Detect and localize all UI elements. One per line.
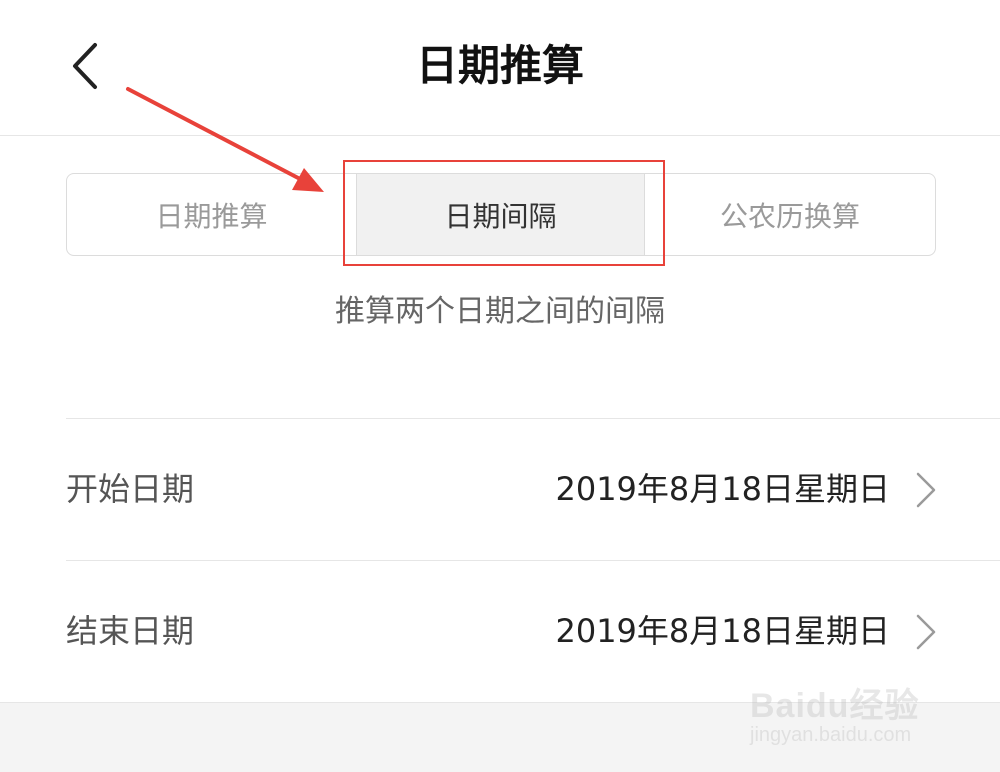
tab-description: 推算两个日期之间的间隔 [335, 294, 665, 329]
start-date-row[interactable]: 开始日期 2019年8月18日星期日 [66, 418, 1000, 560]
app-header: 日期推算 [0, 0, 1000, 136]
end-date-label: 结束日期 [66, 612, 195, 650]
tab-date-interval[interactable]: 日期间隔 [356, 174, 645, 255]
divider [66, 560, 1000, 561]
page-title: 日期推算 [415, 41, 584, 90]
tab-lunar-convert[interactable]: 公农历换算 [645, 174, 935, 255]
end-date-value: 2019年8月18日星期日 [555, 612, 890, 650]
mode-tabs: 日期推算 日期间隔 公农历换算 [66, 173, 936, 256]
tab-date-calc[interactable]: 日期推算 [67, 174, 356, 255]
end-date-row[interactable]: 结束日期 2019年8月18日星期日 [66, 560, 1000, 702]
start-date-value: 2019年8月18日星期日 [555, 470, 890, 508]
divider [66, 418, 1000, 419]
chevron-right-icon [916, 614, 936, 650]
start-date-label: 开始日期 [66, 470, 195, 508]
chevron-right-icon [916, 472, 936, 508]
bottom-area [0, 702, 1000, 772]
